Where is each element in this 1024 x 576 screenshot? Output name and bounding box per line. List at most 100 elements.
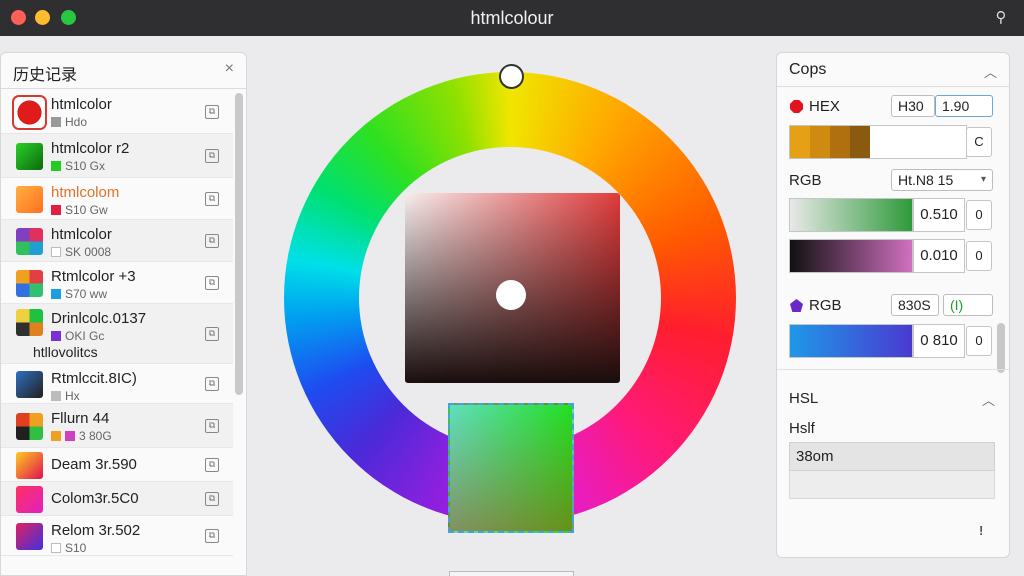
history-item-meta: S10 Gw	[51, 203, 108, 217]
rgb-step-button-1[interactable]: 0	[966, 200, 992, 230]
history-item-name: Rtmlccit.8IC)	[51, 370, 137, 387]
history-item-meta: S10 Gx	[51, 159, 105, 173]
swatch-chip	[51, 543, 61, 553]
hex-color-strip[interactable]	[789, 125, 967, 159]
color-thumbnail	[16, 186, 43, 213]
rgb-value-2[interactable]: 0.010	[913, 239, 965, 273]
hex-field-a[interactable]: H30	[891, 95, 935, 117]
history-item-sub: 3 80G	[79, 429, 112, 443]
pin-icon[interactable]: ⚲	[992, 9, 1010, 27]
bottom-tabs[interactable]	[449, 571, 574, 576]
history-item-name: Rtmlcolor +3	[51, 268, 136, 285]
panel-header[interactable]: Cops ︿	[777, 53, 1009, 87]
history-item-name: Drinlcolc.0137	[51, 310, 147, 327]
hue-handle[interactable]	[499, 64, 524, 89]
rgb-select-value: Ht.N8 15	[898, 172, 954, 188]
color-thumbnail	[16, 413, 43, 440]
copy-icon[interactable]: ⧉	[205, 149, 219, 163]
chevron-up-icon[interactable]: ︿	[982, 390, 995, 409]
swatch-chip	[51, 161, 61, 171]
rgb-strip-2[interactable]	[789, 239, 913, 273]
color-thumbnail	[16, 452, 43, 479]
copy-icon[interactable]: ⧉	[205, 458, 219, 472]
color-preview[interactable]	[448, 403, 574, 533]
color-thumbnail	[16, 309, 43, 336]
copy-icon[interactable]: ⧉	[205, 492, 219, 506]
history-item-sub: Hdo	[65, 115, 88, 129]
history-item-name: Deam 3r.590	[51, 456, 137, 473]
history-scrollbar[interactable]	[235, 93, 243, 395]
copy-icon[interactable]: ⧉	[205, 276, 219, 290]
history-item-sub: OKI Gc	[65, 329, 105, 343]
rgb-value-1[interactable]: 0.510	[913, 198, 965, 232]
copy-icon[interactable]: ⧉	[205, 105, 219, 119]
history-item[interactable]: htmlcolor SK 0008 ⧉	[1, 220, 233, 262]
history-item-name: htmlcolor	[51, 226, 112, 243]
color-thumbnail	[16, 228, 43, 255]
hsl-input-secondary[interactable]	[789, 471, 995, 499]
panel-scrollbar[interactable]	[997, 323, 1005, 373]
copy-icon[interactable]: ⧉	[205, 377, 219, 391]
history-item-extra: htllovolitcs	[33, 344, 98, 360]
copy-icon[interactable]: ⧉	[205, 419, 219, 433]
history-item-meta: 3 80G	[51, 429, 112, 443]
copy-icon[interactable]: ⧉	[205, 234, 219, 248]
swatch-chip	[51, 247, 61, 257]
rgb2-field-b[interactable]: (I)	[943, 294, 993, 316]
history-item[interactable]: Deam 3r.590 ⧉	[1, 448, 233, 482]
history-item-name: Fllurn 44	[51, 410, 110, 427]
history-item-sub: S10	[65, 541, 87, 555]
history-item[interactable]: Colom3r.5C0 ⧉	[1, 482, 233, 516]
hex-label: HEX	[809, 98, 840, 115]
hex-field-b[interactable]: 1.90	[935, 95, 993, 117]
color-thumbnail	[16, 486, 43, 513]
history-item-sub: S10 Gw	[65, 203, 108, 217]
sv-handle[interactable]	[496, 280, 526, 310]
history-item[interactable]: Rtmlcolor +3 S70 ww ⧉	[1, 262, 233, 304]
swatch-chip	[51, 289, 61, 299]
history-item[interactable]: Relom 3r.502 S10 ⧉	[1, 516, 233, 556]
hsl-input[interactable]: 38om	[789, 442, 995, 471]
copy-icon[interactable]: ⧉	[205, 529, 219, 543]
history-item-name: htmlcolom	[51, 184, 120, 201]
history-item-meta: OKI Gc	[51, 329, 104, 343]
color-thumbnail	[16, 270, 43, 297]
hsl-sub-label: Hslf	[789, 420, 815, 437]
info-icon[interactable]: !	[979, 523, 983, 538]
swatch-chip	[65, 431, 75, 441]
swatch-chip	[51, 117, 61, 127]
history-item-sub: SK 0008	[65, 245, 112, 259]
rgb2-value[interactable]: 0 810	[913, 324, 965, 358]
history-item[interactable]: htmlcolom S10 Gw ⧉	[1, 178, 233, 220]
history-item[interactable]: Fllurn 44 3 80G ⧉	[1, 404, 233, 448]
rgb-strip-3[interactable]	[789, 324, 913, 358]
rgb2-field-a[interactable]: 830S	[891, 294, 939, 316]
copy-icon[interactable]: C	[966, 127, 992, 157]
history-panel: 历史记录 × htmlcolor Hdo ⧉ htmlcolor r2 S10 Gx ⧉ h…	[0, 52, 247, 576]
hsl-label: HSL	[789, 390, 819, 407]
copy-icon[interactable]: ⧉	[205, 327, 219, 341]
history-item[interactable]: Drinlcolc.0137 OKI Gc htllovolitcs ⧉	[1, 304, 233, 364]
rgb-select[interactable]: Ht.N8 15 ▾	[891, 169, 993, 191]
rgb2-label: RGB	[809, 297, 842, 314]
title-bar: htmlcolour ⚲	[0, 0, 1024, 36]
chevron-up-icon[interactable]: ︿	[984, 62, 997, 81]
swatch-chip	[51, 431, 61, 441]
history-item[interactable]: htmlcolor Hdo ⧉	[1, 90, 233, 134]
copy-icon[interactable]: ⧉	[205, 192, 219, 206]
close-icon[interactable]: ×	[225, 60, 234, 78]
swatch-chip	[51, 205, 61, 215]
history-item[interactable]: htmlcolor r2 S10 Gx ⧉	[1, 134, 233, 178]
rgb-step-button-2[interactable]: 0	[966, 241, 992, 271]
rgb2-step-button[interactable]: 0	[966, 326, 992, 356]
color-thumbnail	[16, 371, 43, 398]
history-item-sub: S10 Gx	[65, 159, 106, 173]
history-item-sub: Hx	[65, 389, 80, 403]
color-thumbnail	[16, 523, 43, 550]
history-item-meta: S10	[51, 541, 86, 555]
history-item[interactable]: Rtmlccit.8IC) Hx ⧉	[1, 364, 233, 404]
history-item-sub: S70 ww	[65, 287, 108, 301]
history-item-name: htmlcolor r2	[51, 140, 130, 157]
history-item-name: Relom 3r.502	[51, 522, 141, 539]
rgb-strip-1[interactable]	[789, 198, 913, 232]
